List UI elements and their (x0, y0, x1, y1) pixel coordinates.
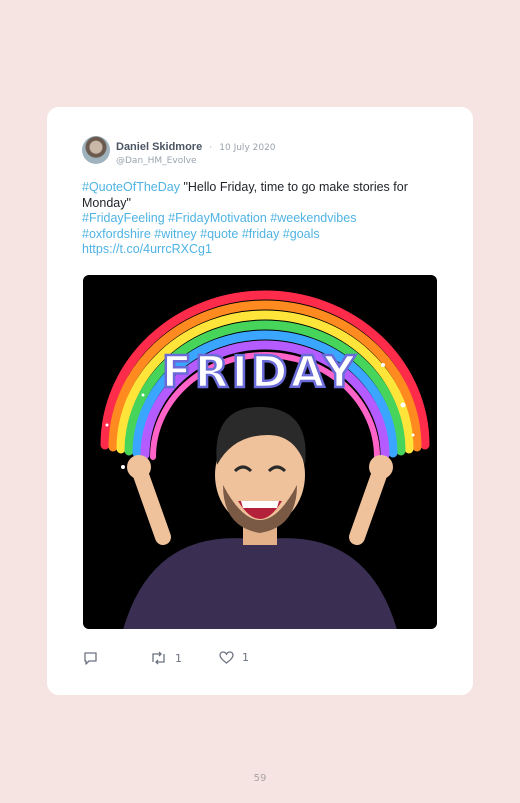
tweet-meta: Daniel Skidmore · 10 July 2020 @Dan_HM_E… (116, 135, 276, 166)
hashtags-line-2[interactable]: #oxfordshire #witney #quote #friday #goa… (82, 227, 320, 241)
hashtag-link[interactable]: #QuoteOfTheDay (82, 180, 180, 194)
reply-icon (84, 652, 97, 665)
friday-rainbow-illustration: FRIDAY (100, 290, 430, 629)
heart-icon (219, 651, 234, 664)
like-button[interactable]: 1 (219, 651, 249, 664)
author-handle[interactable]: @Dan_HM_Evolve (116, 156, 276, 166)
tweet-image[interactable]: FRIDAY (83, 275, 437, 629)
image-friday-text: FRIDAY (162, 347, 359, 398)
author-name[interactable]: Daniel Skidmore (116, 141, 202, 153)
like-count: 1 (242, 651, 249, 664)
tweet-date[interactable]: 10 July 2020 (219, 143, 275, 153)
short-link[interactable]: https://t.co/4urrcRXCg1 (82, 242, 212, 256)
reply-button[interactable] (83, 651, 98, 665)
retweet-count: 1 (175, 651, 182, 665)
retweet-icon (152, 651, 165, 665)
tweet-text: #QuoteOfTheDay "Hello Friday, time to go… (82, 180, 442, 258)
avatar[interactable] (82, 136, 110, 164)
tweet-card: Daniel Skidmore · 10 July 2020 @Dan_HM_E… (47, 107, 473, 695)
retweet-button[interactable]: 1 (150, 651, 182, 665)
hashtags-line-1[interactable]: #FridayFeeling #FridayMotivation #weeken… (82, 211, 356, 225)
page-number: 59 (253, 773, 267, 784)
tweet-actions: 1 1 (83, 651, 283, 667)
meta-separator: · (209, 143, 213, 153)
